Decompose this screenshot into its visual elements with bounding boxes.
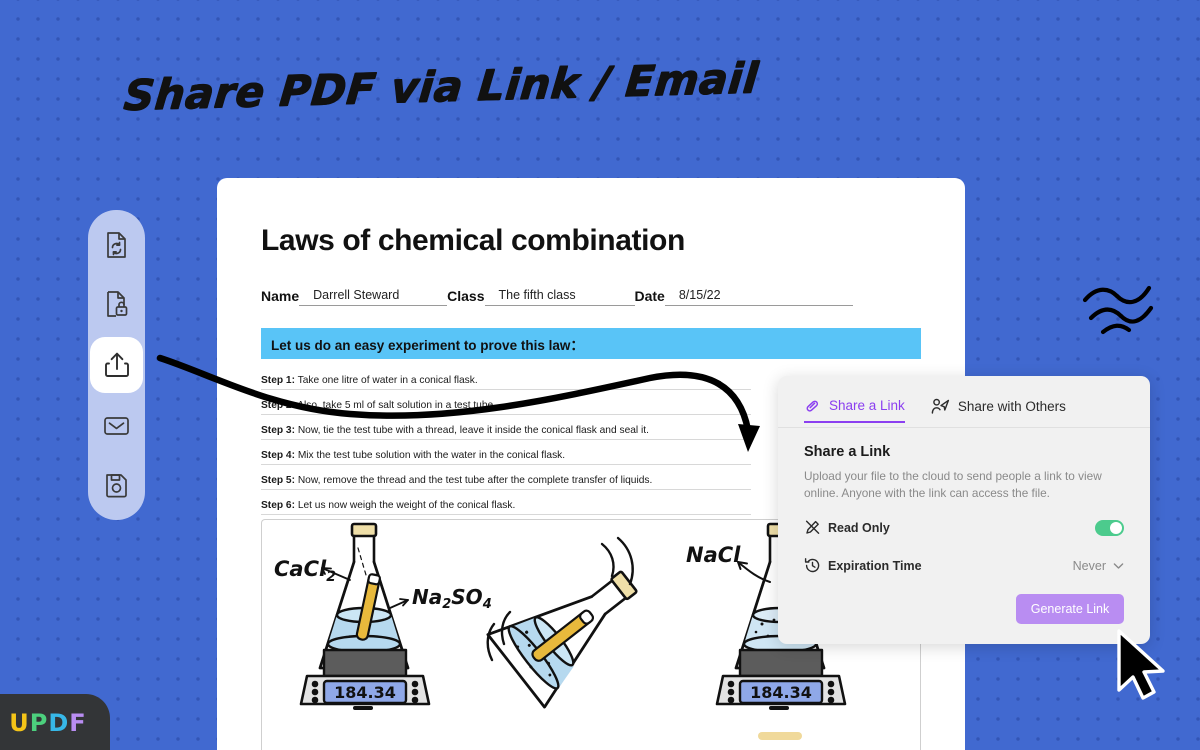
option-label: Read Only [828, 520, 890, 535]
meta-label-date: Date [634, 288, 665, 304]
toolbar-item-email[interactable] [92, 400, 142, 452]
option-expiration-time: Expiration Time Never [804, 554, 1124, 578]
step-item: Step 2: Also, take 5 ml of salt solution… [261, 400, 751, 415]
meta-field-date: Date 8/15/22 [635, 288, 853, 306]
meta-value-date[interactable]: 8/15/22 [664, 288, 853, 306]
step-item: Step 6: Let us now weigh the weight of t… [261, 500, 751, 515]
email-icon [103, 415, 130, 437]
meta-value-class[interactable]: The fifth class [484, 288, 635, 306]
meta-label-class: Class [447, 288, 485, 304]
tab-label: Share with Others [957, 398, 1066, 414]
protect-icon [104, 290, 129, 318]
option-read-only: Read Only [804, 516, 1124, 540]
step-item: Step 3: Now, tie the test tube with a th… [261, 425, 751, 440]
scale-reading-3: 184.34 [750, 683, 812, 702]
step-text: Take one litre of water in a conical fla… [297, 375, 478, 386]
experiment-banner: Let us do an easy experiment to prove th… [261, 328, 921, 359]
meta-value-name[interactable]: Darrell Steward [299, 288, 448, 306]
label-nacl: NaCl [686, 543, 741, 567]
pen-off-icon [804, 519, 828, 536]
logo-text: UPDF [9, 709, 87, 737]
squiggle-decoration [1082, 285, 1154, 335]
panel-description: Upload your file to the cloud to send pe… [804, 469, 1102, 500]
meta-field-name: Name Darrell Steward [261, 288, 448, 306]
tab-share-with-others[interactable]: Share with Others [931, 398, 1066, 422]
share-user-icon [931, 398, 950, 415]
tab-share-a-link[interactable]: Share a Link [804, 397, 905, 423]
share-panel: Share a Link Share with Others Share a L… [778, 376, 1150, 644]
toolbar-item-save[interactable] [92, 459, 142, 511]
toolbar-item-share[interactable] [90, 336, 143, 393]
option-label: Expiration Time [828, 558, 922, 573]
scale-reading-1: 184.34 [334, 683, 396, 702]
step-item: Step 1: Take one litre of water in a con… [261, 375, 751, 390]
step-text: Now, tie the test tube with a thread, le… [297, 425, 649, 436]
share-panel-tabs: Share a Link Share with Others [778, 376, 1150, 428]
meta-field-class: Class The fifth class [447, 288, 635, 306]
history-icon [804, 557, 828, 574]
expiration-value: Never [1072, 558, 1106, 573]
flask-1: 184.34 [299, 522, 431, 710]
convert-icon [104, 231, 129, 259]
share-icon [103, 350, 131, 380]
step-item: Step 4: Mix the test tube solution with … [261, 450, 751, 465]
step-number: Step 1: [261, 375, 295, 386]
step-number: Step 2: [261, 400, 295, 411]
panel-heading: Share a Link [804, 444, 891, 460]
step-number: Step 5: [261, 475, 295, 486]
step-number: Step 6: [261, 500, 295, 511]
page-headline: Share PDF via Link / Email [121, 53, 761, 120]
screenshot-root: Share PDF via Link / Email Laws of chemi… [0, 0, 1200, 750]
document-meta-row: Name Darrell Steward Class The fifth cla… [261, 288, 921, 306]
step-number: Step 4: [261, 450, 295, 461]
share-panel-body: Share a Link Upload your file to the clo… [778, 428, 1150, 578]
step-text: Now, remove the thread and the test tube… [297, 475, 653, 486]
updf-logo: UPDF [0, 694, 110, 750]
label-cacl2: CaCl2 [274, 557, 336, 585]
label-na2so4: Na2SO4 [412, 585, 492, 612]
read-only-toggle[interactable] [1095, 519, 1124, 536]
document-title: Laws of chemical combination [261, 224, 685, 257]
step-text: Mix the test tube solution with the wate… [297, 450, 566, 461]
chevron-down-icon [1113, 559, 1124, 573]
steps-list: Step 1: Take one litre of water in a con… [261, 375, 751, 515]
toolbar-item-protect[interactable] [92, 278, 142, 330]
step-item: Step 5: Now, remove the thread and the t… [261, 475, 751, 490]
left-toolbar[interactable] [88, 210, 145, 520]
expiration-dropdown[interactable]: Never [1073, 559, 1124, 573]
toolbar-item-convert[interactable] [92, 219, 142, 271]
tab-label: Share a Link [829, 397, 905, 413]
save-icon [104, 472, 129, 498]
link-icon [804, 397, 821, 414]
step-text: Also, take 5 ml of salt solution in a te… [297, 400, 497, 411]
step-text: Let us now weigh the weight of the conic… [297, 500, 516, 511]
generate-link-button[interactable]: Generate Link [1016, 594, 1124, 624]
meta-label-name: Name [261, 288, 300, 304]
step-number: Step 3: [261, 425, 295, 436]
